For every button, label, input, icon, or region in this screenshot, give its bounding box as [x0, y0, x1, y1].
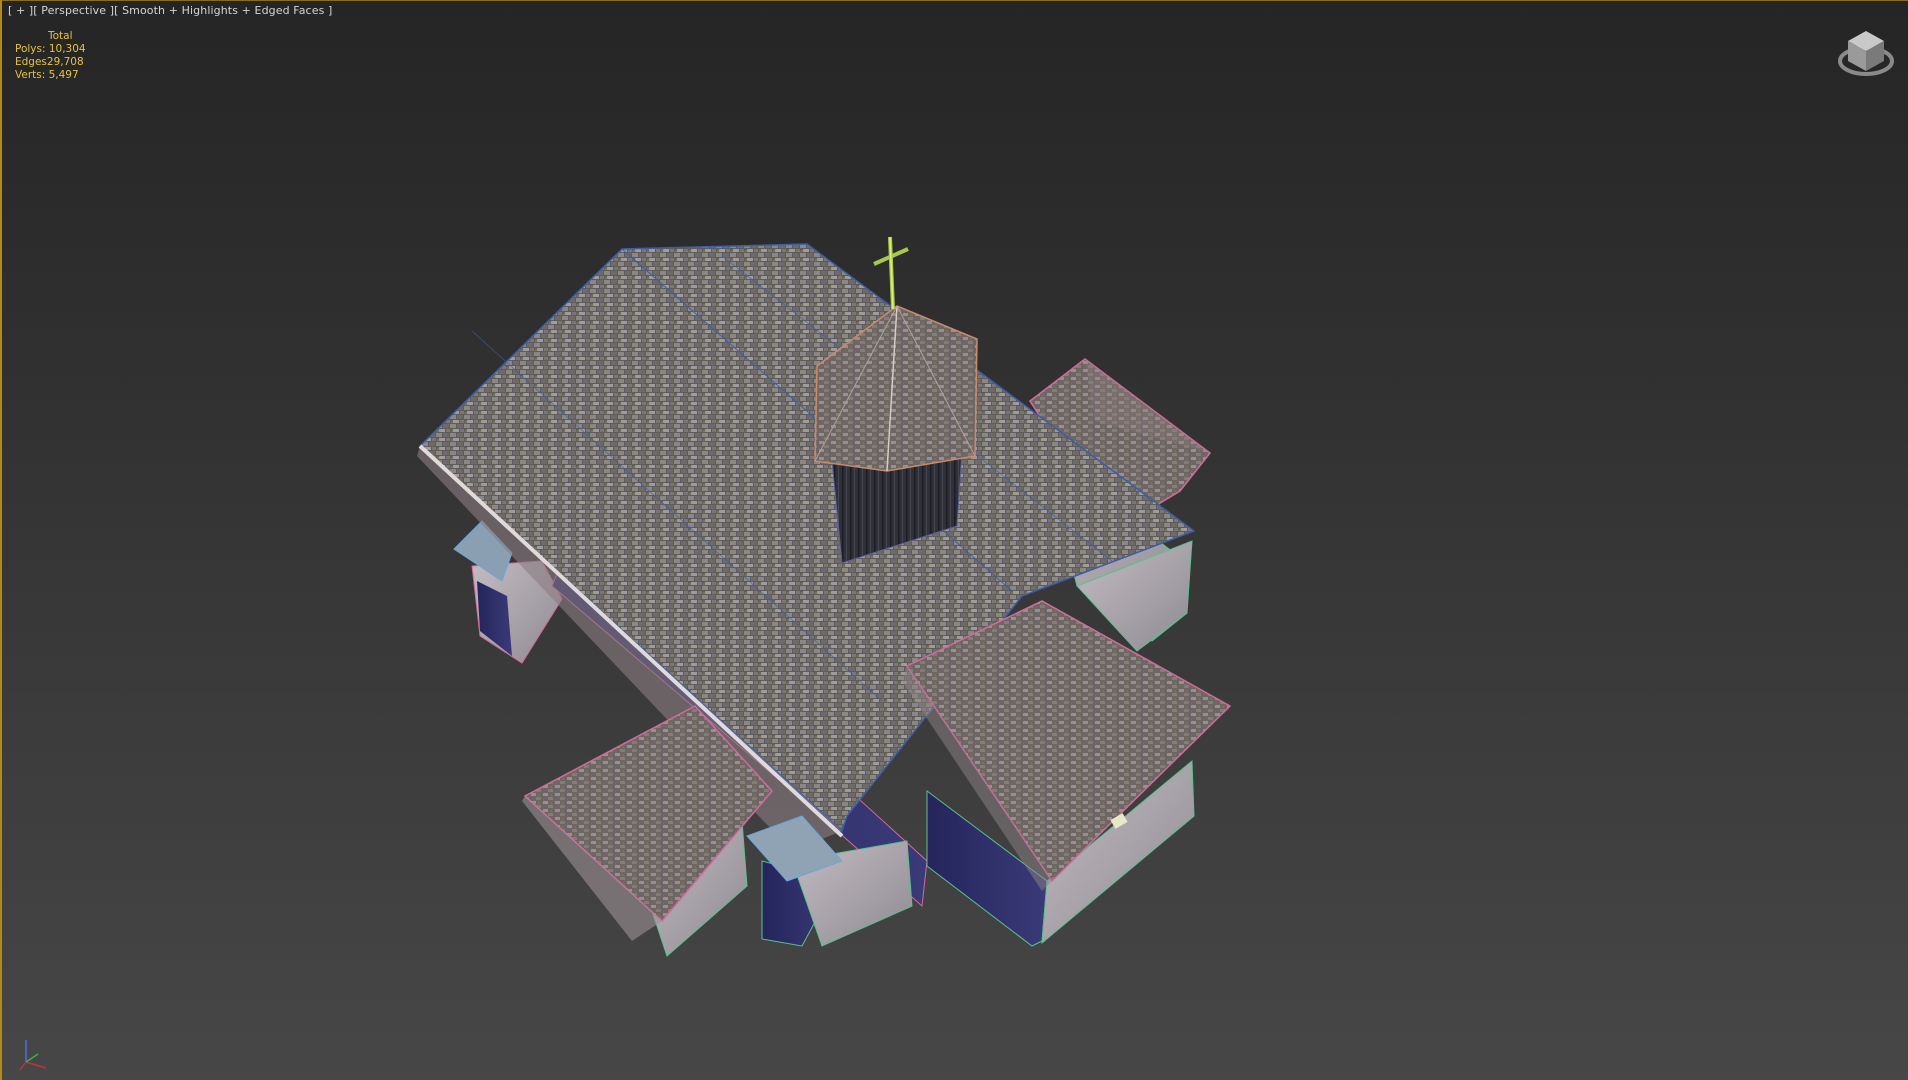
church-model-3d[interactable] — [2, 1, 1908, 1080]
perspective-viewport[interactable]: [ + ][ Perspective ][ Smooth + Highlight… — [0, 0, 1908, 1080]
axis-tripod-icon — [19, 1040, 47, 1071]
